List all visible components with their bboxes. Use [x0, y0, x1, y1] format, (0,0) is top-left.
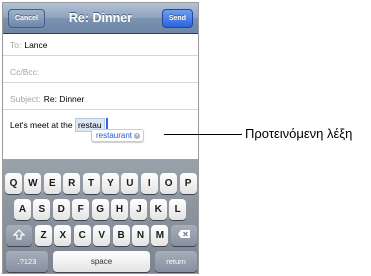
key-q[interactable]: Q — [5, 173, 22, 194]
to-field[interactable]: To: Lance — [3, 34, 198, 56]
shift-key[interactable] — [6, 225, 32, 246]
key-i[interactable]: I — [140, 173, 158, 194]
key-j[interactable]: J — [130, 199, 148, 220]
key-e[interactable]: E — [43, 173, 61, 194]
cc-bcc-label: Cc/Bcc: — [10, 67, 40, 77]
key-g[interactable]: G — [91, 199, 109, 220]
key-y[interactable]: Y — [102, 173, 119, 194]
key-n[interactable]: N — [132, 225, 149, 246]
delete-key[interactable] — [171, 225, 197, 246]
key-s[interactable]: S — [33, 199, 51, 220]
key-f[interactable]: F — [72, 199, 90, 220]
autocorrect-suggestion[interactable]: restaurant × — [91, 129, 145, 142]
key-a[interactable]: A — [14, 199, 31, 220]
key-z[interactable]: Z — [35, 225, 52, 246]
key-b[interactable]: B — [112, 225, 130, 246]
backspace-icon — [178, 230, 190, 238]
to-label: To: — [10, 40, 22, 50]
shift-icon — [12, 229, 26, 240]
callout-label: Προτεινόμενη λέξη — [245, 126, 353, 141]
key-k[interactable]: K — [149, 199, 167, 220]
phone-screen: Cancel Re: Dinner Send To: Lance Cc/Bcc: … — [2, 2, 199, 274]
key-u[interactable]: U — [121, 173, 139, 194]
to-value: Lance — [24, 40, 48, 50]
callout-line — [164, 134, 242, 135]
key-x[interactable]: X — [54, 225, 72, 246]
key-o[interactable]: O — [160, 173, 178, 194]
subject-field[interactable]: Subject: Re: Dinner — [3, 88, 198, 110]
cc-bcc-field[interactable]: Cc/Bcc: — [3, 61, 198, 83]
key-p[interactable]: P — [179, 173, 197, 194]
subject-value: Re: Dinner — [43, 94, 85, 104]
nav-bar: Cancel Re: Dinner Send — [3, 3, 198, 34]
key-w[interactable]: W — [24, 173, 42, 194]
space-key[interactable]: space — [53, 251, 150, 272]
key-h[interactable]: H — [111, 199, 128, 220]
key-c[interactable]: C — [73, 225, 91, 246]
close-icon[interactable]: × — [134, 133, 141, 139]
key-m[interactable]: M — [151, 225, 169, 246]
send-button[interactable]: Send — [161, 9, 193, 28]
key-l[interactable]: L — [169, 199, 187, 220]
key-r[interactable]: R — [63, 173, 81, 194]
key-t[interactable]: T — [82, 173, 100, 194]
keyboard: QWERTYUIOP ASDFGHJKL ZXCVBNM .?123 space… — [3, 159, 198, 273]
key-d[interactable]: D — [52, 199, 70, 220]
suggestion-word: restaurant — [96, 131, 133, 140]
return-key[interactable]: return — [155, 251, 197, 272]
message-text: Let's meet at the — [10, 120, 75, 130]
numbers-key[interactable]: .?123 — [6, 251, 48, 272]
key-v[interactable]: V — [93, 225, 111, 246]
subject-label: Subject: — [10, 94, 41, 104]
